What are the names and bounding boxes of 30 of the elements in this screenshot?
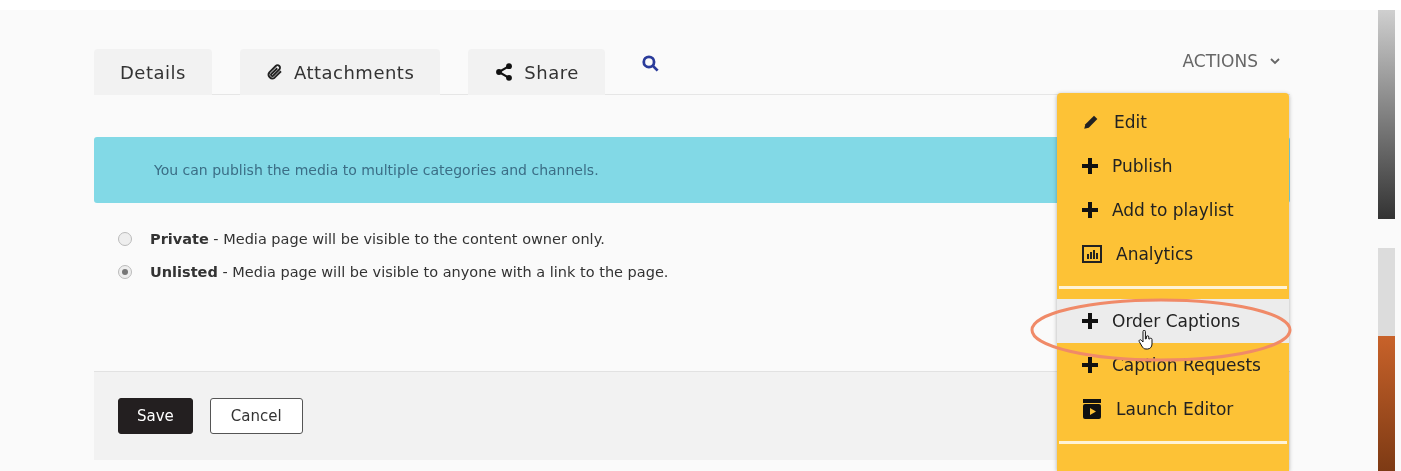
- radio-button[interactable]: [118, 265, 132, 279]
- plus-icon: [1082, 357, 1098, 373]
- cancel-button[interactable]: Cancel: [209, 398, 303, 434]
- paperclip-icon: [265, 63, 284, 81]
- bar-chart-icon: [1082, 245, 1102, 263]
- option-label: Private - Media page will be visible to the content owner only.: [150, 231, 605, 247]
- menu-item[interactable]: Edit: [1057, 100, 1289, 144]
- chevron-icon: [1270, 57, 1280, 65]
- search-icon[interactable]: [640, 53, 660, 73]
- pencil-icon: [1082, 113, 1100, 131]
- plus-icon: [1082, 202, 1098, 218]
- tab[interactable]: Share: [468, 49, 605, 95]
- save-button[interactable]: Save: [118, 398, 193, 434]
- menu-item[interactable]: Caption Requests: [1057, 343, 1289, 387]
- hand-cursor-icon: [1138, 330, 1154, 350]
- menu-item[interactable]: Launch Editor: [1057, 387, 1289, 431]
- radio-button[interactable]: [118, 232, 132, 246]
- menu-item[interactable]: Analytics: [1057, 232, 1289, 276]
- share-icon: [494, 62, 515, 82]
- tab[interactable]: Details: [94, 49, 212, 95]
- plus-icon: [1082, 158, 1098, 174]
- clapperboard-icon: [1082, 398, 1102, 420]
- info-message: You can publish the media to multiple categories and channels.: [154, 162, 599, 178]
- actions-dropdown[interactable]: ACTIONS: [1176, 50, 1286, 72]
- plus-icon: [1082, 313, 1098, 329]
- menu-item[interactable]: Add to playlist: [1057, 188, 1289, 232]
- option-label: Unlisted - Media page will be visible to anyone with a link to the page.: [150, 264, 669, 280]
- menu-item[interactable]: Publish: [1057, 144, 1289, 188]
- tab[interactable]: Attachments: [239, 49, 441, 95]
- menu-item[interactable]: Order Captions: [1057, 299, 1289, 343]
